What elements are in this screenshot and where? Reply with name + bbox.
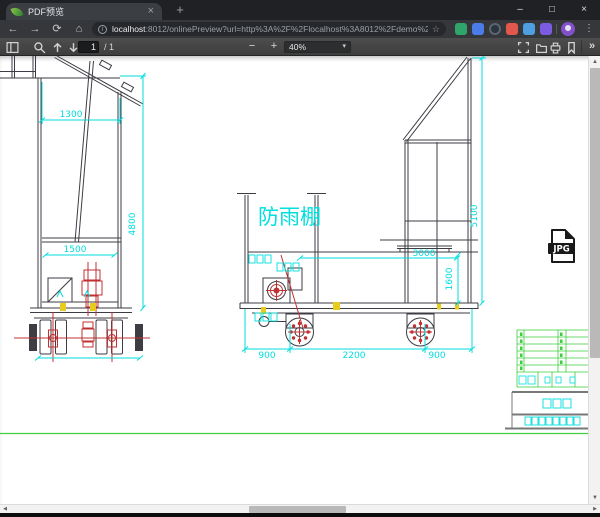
zoom-in-icon[interactable]: + (266, 38, 282, 56)
chevron-down-icon: ▾ (342, 42, 346, 52)
horizontal-scrollbar-thumb[interactable] (249, 506, 346, 513)
toolbar-divider (556, 24, 557, 34)
url-omnibox[interactable]: i localhost:8012/onlinePreview?url=http%… (92, 22, 446, 36)
new-tab-button[interactable]: + (172, 2, 188, 18)
titleblock-lower (505, 392, 588, 429)
zoom-out-icon[interactable]: − (244, 38, 260, 56)
pdf-page-canvas: 1300 1500 4800 (0, 56, 600, 504)
jpg-badge-label: JPG (552, 245, 569, 255)
page-count-label: / 1 (104, 38, 114, 56)
zoom-value: 40% (289, 42, 342, 52)
url-text: localhost:8012/onlinePreview?url=http%3A… (112, 23, 428, 35)
reload-icon[interactable]: ⟳ (48, 20, 66, 38)
home-icon[interactable]: ⌂ (70, 20, 88, 38)
extension-icon-dark-circle[interactable] (489, 23, 501, 35)
canopy-label: 防雨棚 (258, 205, 321, 229)
dim-front-mid-width: 1500 (64, 245, 87, 255)
browser-menu-icon[interactable]: ⋮ (584, 20, 596, 38)
dim-side-mid-span: 2200 (343, 351, 366, 361)
side-view-outline (237, 57, 478, 346)
tab-close-icon[interactable]: × (146, 6, 156, 17)
cad-drawing: 1300 1500 4800 (0, 56, 588, 504)
page-up-icon[interactable] (51, 41, 64, 54)
toolbar-divider (581, 40, 582, 54)
more-tools-icon[interactable]: » (585, 38, 599, 56)
tab-bar: PDF预览 × + – □ × (0, 0, 600, 20)
side-microtext-blocks (249, 255, 299, 321)
dim-front-height: 4800 (128, 212, 138, 235)
bookmark-view-icon[interactable] (565, 41, 578, 54)
window-controls: – □ × (504, 0, 600, 20)
vertical-scrollbar-thumb[interactable] (590, 68, 600, 358)
dim-side-height: 5100 (470, 204, 480, 227)
back-icon[interactable]: ← (4, 20, 22, 38)
horizontal-scrollbar[interactable]: ◀ ▶ (0, 504, 600, 513)
extension-icon-green[interactable] (455, 23, 467, 35)
browser-tab[interactable]: PDF预览 × (6, 3, 162, 20)
favicon-leaf-icon (11, 5, 24, 18)
extension-icon-red[interactable] (506, 23, 518, 35)
print-icon[interactable] (549, 41, 562, 54)
search-icon[interactable] (33, 41, 46, 54)
window-minimize-button[interactable]: – (504, 0, 536, 20)
dim-side-right-span: 900 (428, 351, 445, 361)
open-file-icon[interactable] (535, 41, 548, 54)
extension-icon-purple[interactable] (540, 23, 552, 35)
address-bar: ← → ⟳ ⌂ i localhost:8012/onlinePreview?u… (0, 20, 600, 38)
taskbar-strip (0, 513, 600, 517)
scroll-up-icon[interactable]: ▲ (589, 56, 600, 68)
sidebar-toggle-icon[interactable] (6, 41, 19, 54)
pdf-toolbar: / 1 − + 40% ▾ » (0, 38, 600, 56)
front-view-outline (0, 56, 143, 354)
jpg-file-icon: JPG (548, 230, 575, 262)
window-maximize-button[interactable]: □ (536, 0, 568, 20)
dim-side-left-span: 900 (258, 351, 275, 361)
extension-icon-lightblue[interactable] (523, 23, 535, 35)
presentation-mode-icon[interactable] (517, 41, 530, 54)
bookmark-star-icon[interactable]: ☆ (432, 24, 440, 35)
dim-side-top-width: 3000 (413, 249, 436, 259)
yellow-marks-front (60, 303, 96, 311)
profile-avatar[interactable] (561, 22, 575, 36)
scroll-down-icon[interactable]: ▼ (589, 492, 600, 504)
front-dimension-labels: 1300 1500 4800 (60, 110, 138, 255)
titleblock-microtext-cyan (519, 376, 575, 384)
forward-icon[interactable]: → (26, 20, 44, 38)
dim-side-body-height: 1600 (445, 267, 455, 290)
browser-window: PDF预览 × + – □ × ← → ⟳ ⌂ i localhost:8012… (0, 0, 600, 517)
dim-front-top-width: 1300 (60, 110, 83, 120)
extension-icon-blue[interactable] (472, 23, 484, 35)
page-number-input[interactable] (78, 41, 99, 53)
site-info-icon[interactable]: i (98, 25, 107, 34)
zoom-select[interactable]: 40% ▾ (284, 41, 351, 53)
url-host: localhost (112, 24, 146, 34)
vertical-scrollbar[interactable]: ▲ ▼ (588, 56, 600, 504)
window-close-button[interactable]: × (568, 0, 600, 20)
tab-title: PDF预览 (28, 5, 146, 18)
url-path: :8012/onlinePreview?url=http%3A%2F%2Floc… (146, 24, 428, 34)
